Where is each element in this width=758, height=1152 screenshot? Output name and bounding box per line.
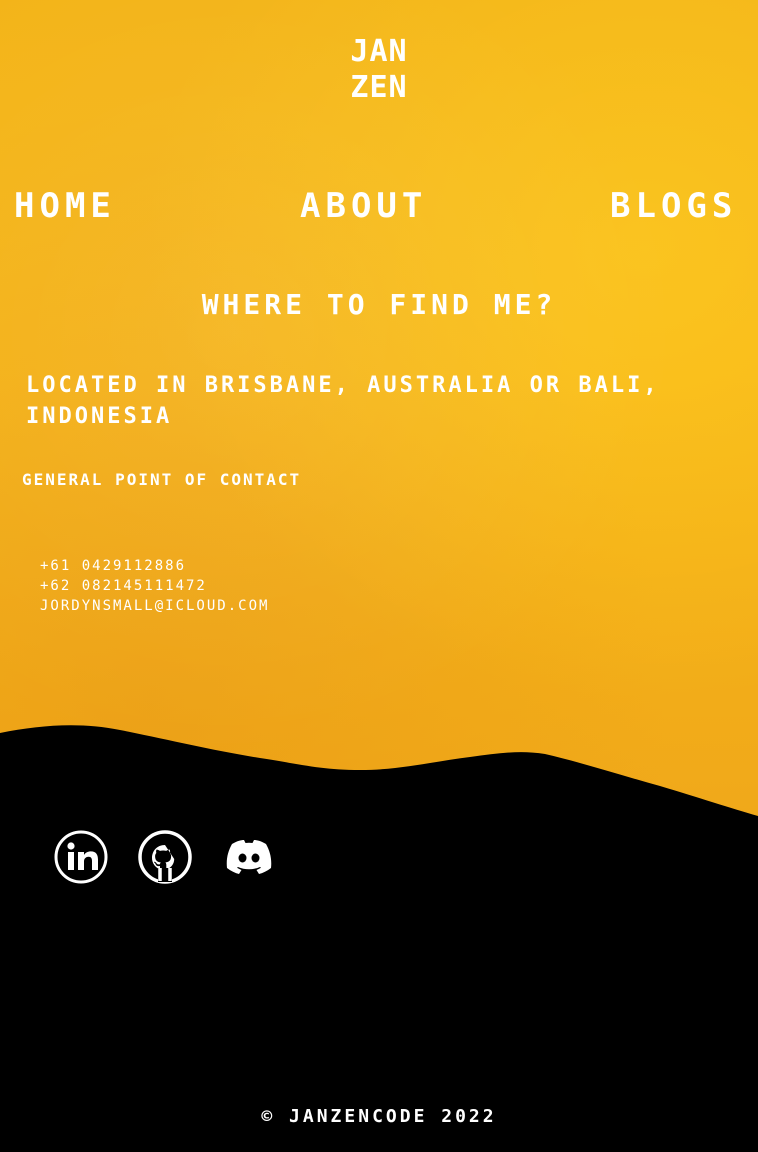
page-heading: WHERE TO FIND ME? <box>201 288 557 321</box>
phone-australia[interactable]: +61 0429112886 <box>40 556 269 576</box>
github-icon <box>138 830 192 884</box>
nav-home[interactable]: HOME <box>14 186 116 226</box>
location-text: LOCATED IN BRISBANE, AUSTRALIA OR BALI, … <box>26 373 660 429</box>
contact-list: +61 0429112886 +62 082145111472 JORDYNSM… <box>40 556 269 616</box>
linkedin-link[interactable] <box>54 830 108 884</box>
nav-blogs[interactable]: BLOGS <box>610 186 737 226</box>
discord-icon <box>226 840 272 874</box>
email-link[interactable]: JORDYNSMALL@ICLOUD.COM <box>40 596 269 616</box>
footer-copyright: © JANZENCODE 2022 <box>261 1106 497 1127</box>
github-link[interactable] <box>138 830 192 884</box>
linkedin-icon <box>54 830 108 884</box>
contact-heading: GENERAL POINT OF CONTACT <box>22 470 302 489</box>
logo-line-1: JAN <box>350 34 408 69</box>
site-logo[interactable]: JAN ZEN <box>0 34 758 106</box>
hills-silhouette <box>0 725 758 1152</box>
phone-indonesia[interactable]: +62 082145111472 <box>40 576 269 596</box>
contact-page: JAN ZEN HOME ABOUT BLOGS WHERE TO FIND M… <box>0 0 758 1152</box>
nav-about[interactable]: ABOUT <box>300 186 427 226</box>
discord-link[interactable] <box>222 830 276 884</box>
logo-line-2: ZEN <box>350 70 408 105</box>
